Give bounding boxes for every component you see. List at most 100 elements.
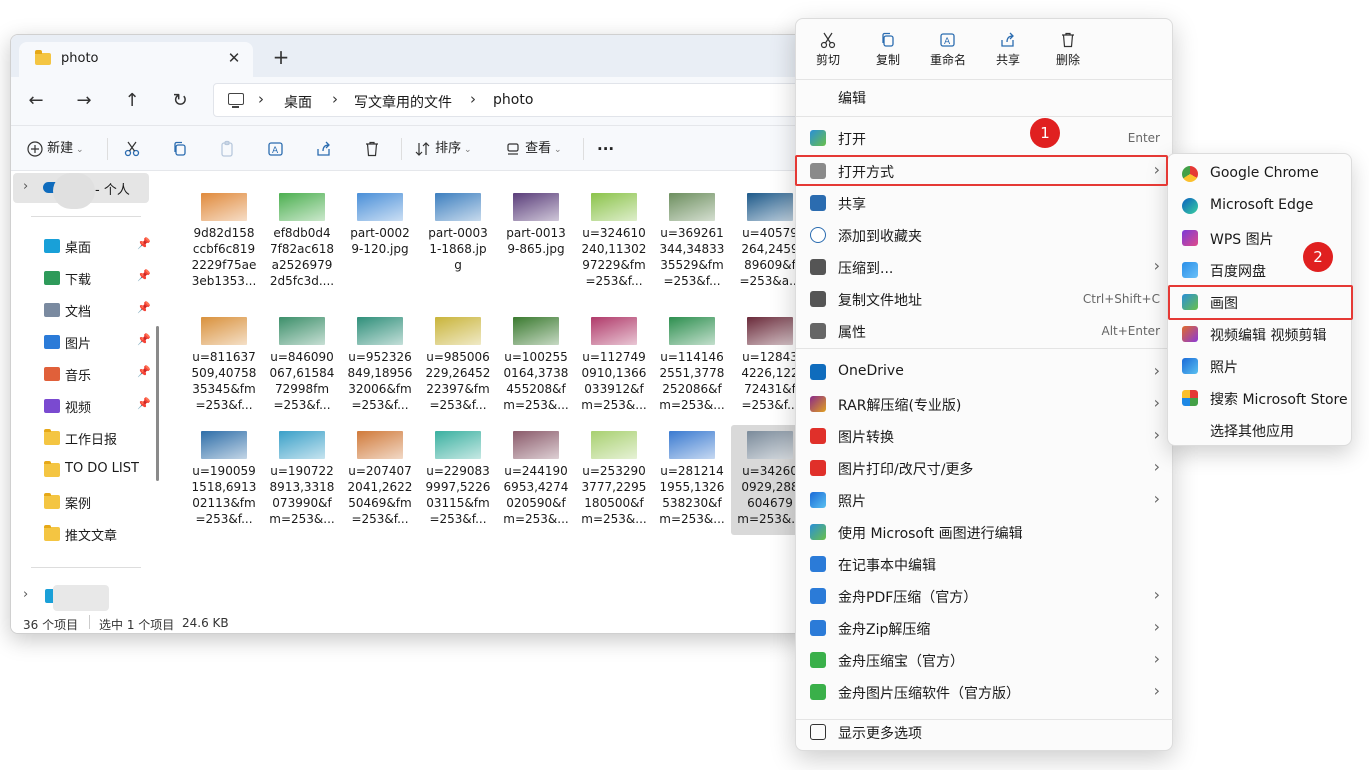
delete-button[interactable] [363,136,381,162]
sidebar-item-this-pc[interactable]: › [11,581,141,611]
submenu-item[interactable]: 搜索 Microsoft Store [1168,382,1353,414]
file-name-line: 7f82ac618 [270,242,334,256]
back-button[interactable]: ← [21,87,51,115]
sidebar-item[interactable]: 音乐 📌 [11,359,156,389]
sidebar-item[interactable]: 下载 📌 [11,263,156,293]
menu-item[interactable]: 金舟PDF压缩（官方） › [796,580,1174,612]
copy-button[interactable] [171,136,189,162]
menu-item[interactable]: 复制文件地址 Ctrl+Shift+C [796,283,1174,315]
menu-item[interactable]: 金舟图片压缩软件（官方版） › [796,676,1174,708]
navigation-bar: ← → ↑ ↻ › 桌面 › 写文章用的文件 › photo [11,77,809,125]
breadcrumb-photo[interactable]: photo [493,92,533,108]
submenu-item[interactable]: 照片 [1168,350,1353,382]
file-name: u=811637 509,40758 35345&fm =253&f... [191,349,257,413]
new-button[interactable]: 新建 ⌄ [27,136,84,162]
refresh-button[interactable]: ↻ [165,87,195,115]
chevron-right-icon: › [1153,585,1160,604]
sidebar-item[interactable]: 视频 📌 [11,391,156,421]
menu-item-label: RAR解压缩(专业版) [838,398,962,414]
image-thumbnail [279,193,325,221]
sidebar-item-onedrive[interactable]: › - 个人 [13,173,149,209]
image-thumbnail [747,193,793,221]
menu-item[interactable]: 属性 Alt+Enter [796,315,1174,347]
copy-quick-action[interactable]: 复制 [862,27,914,77]
delete-quick-action[interactable]: 删除 [1042,27,1094,77]
cut-button[interactable] [123,136,141,162]
image-thumbnail [513,193,559,221]
menu-item[interactable]: 压缩到... › [796,251,1174,283]
rename-quick-action[interactable]: A 重命名 [922,27,974,77]
image-thumbnail [357,317,403,345]
sidebar-item[interactable]: 案例 [11,487,156,517]
sidebar-scrollbar[interactable] [156,326,159,481]
sidebar-item[interactable]: 文档 📌 [11,295,156,325]
menu-item[interactable]: RAR解压缩(专业版) › [796,388,1174,420]
menu-item[interactable]: 金舟压缩宝（官方） › [796,644,1174,676]
up-button[interactable]: ↑ [117,87,147,115]
file-name-line: ccbf6c819 [192,242,256,256]
submenu-item-label: 视频编辑 视频剪辑 [1210,328,1327,344]
menu-item-label: OneDrive [838,363,904,379]
paste-icon [221,140,233,157]
file-name-line: part-0002 [350,226,410,240]
menu-item[interactable]: 添加到收藏夹 [796,219,1174,251]
sidebar-item[interactable]: 工作日报 [11,423,156,453]
sidebar-item[interactable]: TO DO LIST [11,455,156,485]
computer-icon [228,93,244,108]
sidebar-item-label: 下载 [65,273,92,288]
submenu-item[interactable]: Microsoft Edge [1168,190,1353,222]
paste-button[interactable] [219,136,237,162]
submenu-item[interactable]: 视频编辑 视频剪辑 [1168,318,1353,350]
file-name: u=40579 264,2459 89609&f =253&a... [737,225,803,289]
paint-icon [810,130,826,146]
pin-icon: 📌 [137,237,151,250]
menu-item[interactable]: 使用 Microsoft 画图进行编辑 [796,516,1174,548]
jz-pdf-icon [810,588,826,604]
breadcrumb-folder[interactable]: 写文章用的文件 [354,92,452,112]
sort-button[interactable]: 排序 ⌄ [415,136,472,162]
file-name-line: =253&f... [663,274,721,288]
menu-item[interactable]: 金舟Zip解压缩 › [796,612,1174,644]
cut-quick-action[interactable]: 剪切 [802,27,854,77]
address-bar[interactable]: › 桌面 › 写文章用的文件 › photo [213,83,809,117]
forward-button[interactable]: → [69,87,99,115]
rename-button[interactable]: A [267,136,285,162]
share-button[interactable] [315,136,333,162]
more-options-button[interactable]: ··· [597,136,614,162]
breadcrumb-desktop[interactable]: 桌面 [284,92,312,112]
submenu-item-label: Microsoft Edge [1210,197,1314,213]
chevron-right-icon: › [1153,361,1160,380]
file-name-line: m=253&... [581,512,647,526]
view-button[interactable]: 查看 ⌄ [505,136,562,162]
menu-item[interactable]: 图片转换 › [796,420,1174,452]
submenu-item[interactable]: 选择其他应用 [1168,414,1353,446]
sidebar-item-label: 推文文章 [65,529,118,544]
chevron-right-icon: › [1153,489,1160,508]
selected-count: 选中 1 个项目 [99,618,175,632]
file-name: u=207407 2041,2622 50469&fm =253&f... [347,463,413,527]
close-tab-button[interactable]: ✕ [223,47,245,69]
menu-item-edit[interactable]: 编辑 [796,81,1174,113]
sidebar-item[interactable]: 推文文章 [11,519,156,549]
image-thumbnail [591,317,637,345]
submenu-item[interactable]: Google Chrome [1168,158,1353,190]
file-name: u=985006 229,26452 22397&fm =253&f... [425,349,491,413]
menu-item[interactable]: 打开 Enter [796,122,1174,154]
quick-action-label: 复制 [875,53,900,67]
image-thumbnail [279,431,325,459]
sidebar-item[interactable]: 图片 📌 [11,327,156,357]
share-quick-action[interactable]: 共享 [982,27,1034,77]
menu-item-show-more-options[interactable]: 显示更多选项 [796,716,1174,748]
folder-icon [35,50,51,65]
menu-item[interactable]: 共享 [796,187,1174,219]
menu-item[interactable]: 照片 › [796,484,1174,516]
chevron-right-icon: › [1153,457,1160,476]
menu-item[interactable]: OneDrive › [796,356,1174,388]
new-tab-button[interactable]: + [269,45,293,69]
file-name-line: m=253&... [659,398,725,412]
sidebar-item[interactable]: 桌面 📌 [11,231,156,261]
menu-item[interactable]: 图片打印/改尺寸/更多 › [796,452,1174,484]
file-name-line: u=12843 [742,350,798,364]
tab-photo[interactable]: photo ✕ [19,42,253,77]
menu-item[interactable]: 在记事本中编辑 [796,548,1174,580]
